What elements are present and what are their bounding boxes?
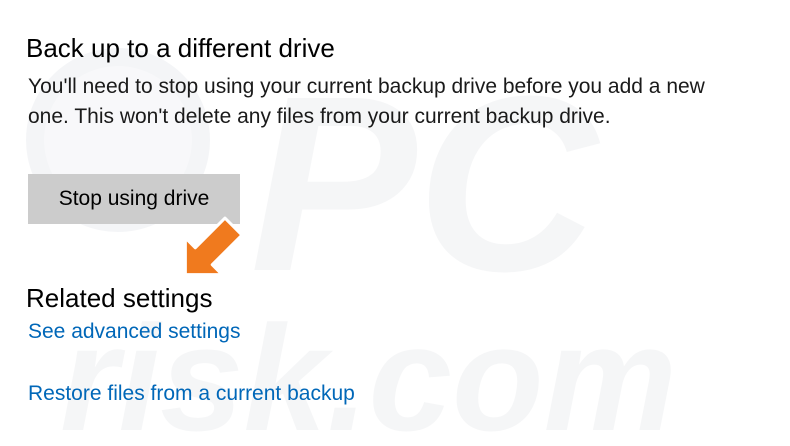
restore-files-link[interactable]: Restore files from a current backup <box>28 380 355 408</box>
see-advanced-settings-link[interactable]: See advanced settings <box>28 318 240 346</box>
watermark-text-bottom: risk.com <box>60 294 677 446</box>
backup-section-description: You'll need to stop using your current b… <box>28 75 705 128</box>
arrow-pointer-icon <box>183 216 244 277</box>
backup-section-title: Back up to a different drive <box>26 33 335 63</box>
